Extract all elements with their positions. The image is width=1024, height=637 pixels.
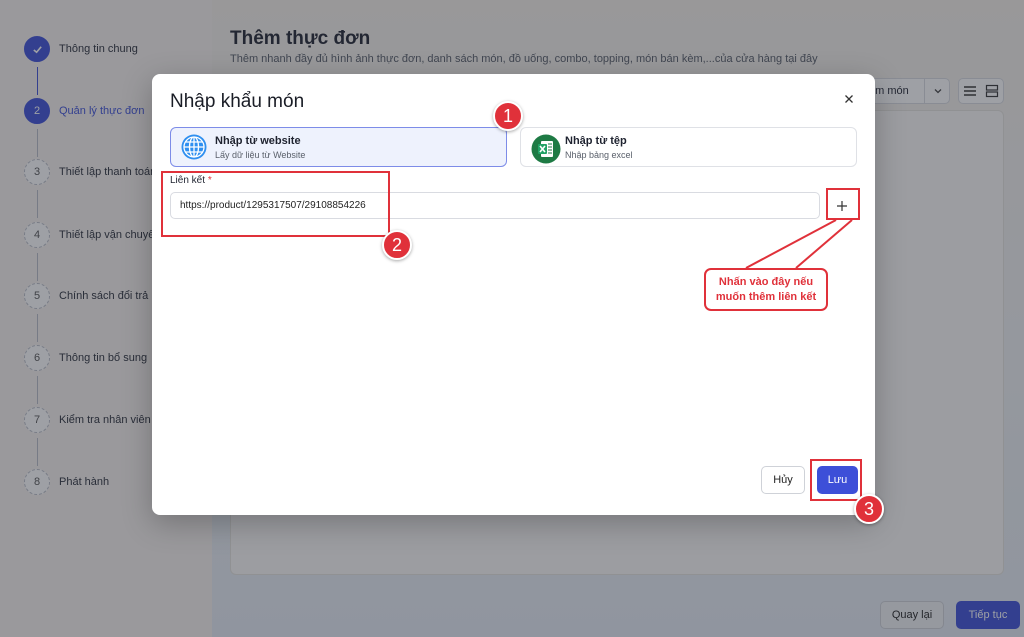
annotation-callout: Nhấn vào đây nếu muốn thêm liên kết: [704, 268, 828, 311]
option-import-website[interactable]: Nhập từ website Lấy dữ liệu từ Website: [170, 127, 507, 167]
option-import-file[interactable]: Nhập từ tệp Nhập bảng excel: [520, 127, 857, 167]
callout-line-2: muốn thêm liên kết: [715, 291, 817, 303]
annotation-marker-2: 2: [382, 230, 412, 260]
option-desc: Lấy dữ liệu từ Website: [215, 149, 306, 160]
option-title: Nhập từ tệp: [565, 134, 627, 147]
callout-line-1: Nhấn vào đây nếu: [718, 276, 814, 288]
globe-icon: [181, 134, 207, 160]
annotation-marker-3: 3: [854, 494, 884, 524]
option-title: Nhập từ website: [215, 134, 301, 147]
annotation-box-plus: [826, 188, 860, 220]
modal-title: Nhập khẩu món: [170, 91, 305, 112]
annotation-box-save: [810, 459, 862, 501]
close-icon[interactable]: [841, 91, 857, 107]
option-desc: Nhập bảng excel: [565, 149, 633, 160]
excel-icon: [531, 134, 561, 164]
annotation-marker-1: 1: [493, 101, 523, 131]
annotation-box-link: [161, 171, 390, 237]
cancel-button[interactable]: Hủy: [761, 466, 805, 494]
